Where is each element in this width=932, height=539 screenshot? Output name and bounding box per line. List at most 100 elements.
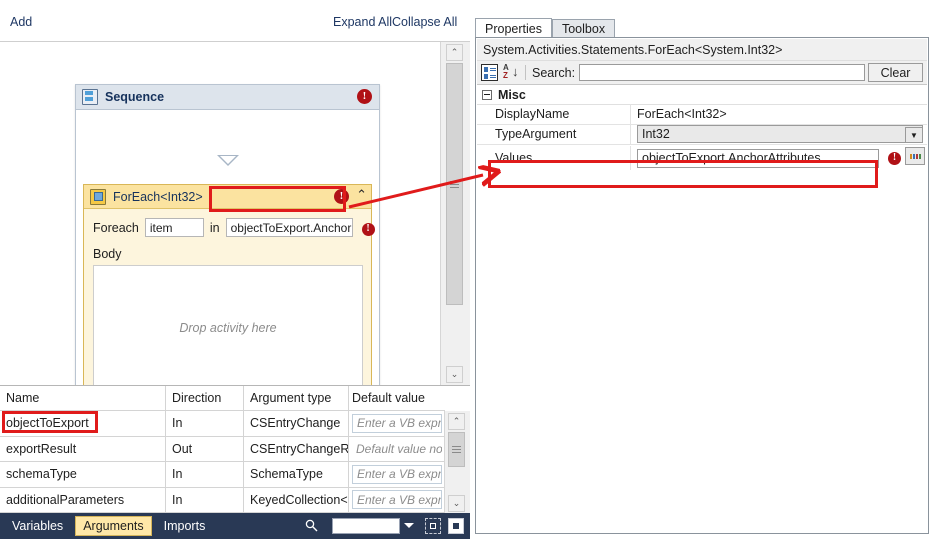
status-tab-variables[interactable]: Variables: [4, 516, 71, 536]
table-row[interactable]: additionalParameters In KeyedCollection<…: [0, 487, 445, 513]
arguments-pane: Name Direction Argument type Default val…: [0, 385, 470, 514]
designer-header: Add Expand All Collapse All: [0, 0, 470, 40]
canvas-vertical-scrollbar[interactable]: ⌃ ⌄: [440, 42, 470, 385]
property-row-typeargument[interactable]: TypeArgument Int32 ▼: [477, 124, 927, 145]
property-value-values[interactable]: objectToExport.AnchorAttributes !: [631, 146, 927, 170]
foreach-expression-input[interactable]: objectToExport.Anchor: [225, 218, 353, 237]
tab-properties[interactable]: Properties: [475, 18, 552, 38]
argument-direction-cell[interactable]: Out: [166, 436, 244, 461]
foreach-activity[interactable]: ForEach<Int32> ! ⌃ Foreach item in objec…: [83, 184, 375, 385]
values-expression-input[interactable]: objectToExport.AnchorAttributes: [637, 148, 879, 168]
sort-alphabetical-icon[interactable]: A Z ↓: [502, 64, 519, 81]
property-row-values[interactable]: Values objectToExport.AnchorAttributes !: [477, 146, 927, 170]
collapse-all-link[interactable]: Collapse All: [392, 15, 457, 29]
properties-group-label: Misc: [498, 87, 526, 102]
add-link[interactable]: Add: [10, 15, 32, 29]
collapse-group-icon[interactable]: [482, 89, 492, 100]
tab-toolbox[interactable]: Toolbox: [551, 19, 616, 38]
designer-canvas[interactable]: Sequence ! ForEach<Int32> ! ⌃ Foreach it…: [0, 42, 441, 385]
drop-activity-hint: Drop activity here: [179, 320, 277, 335]
properties-type-name: System.Activities.Statements.ForEach<Sys…: [477, 39, 927, 61]
scroll-up-icon[interactable]: ⌃: [446, 44, 463, 61]
caret-down-icon[interactable]: [404, 523, 414, 528]
foreach-body-dropzone[interactable]: Drop activity here: [93, 265, 363, 385]
argument-default-cell[interactable]: Enter a VB express: [349, 462, 445, 487]
categorized-view-icon[interactable]: [481, 64, 498, 81]
canvas-scrollbar-thumb[interactable]: [446, 63, 463, 305]
expand-all-link[interactable]: Expand All: [333, 15, 392, 29]
argument-default-input[interactable]: Enter a VB express: [352, 464, 442, 484]
designer-canvas-wrap: Sequence ! ForEach<Int32> ! ⌃ Foreach it…: [0, 41, 470, 385]
sequence-activity[interactable]: Sequence ! ForEach<Int32> ! ⌃ Foreach it…: [75, 84, 380, 385]
foreach-icon: [90, 188, 106, 205]
argument-name-cell[interactable]: objectToExport: [0, 411, 166, 436]
arguments-grid-header: Name Direction Argument type Default val…: [0, 386, 445, 411]
properties-group-misc[interactable]: Misc: [477, 85, 927, 105]
foreach-expression-error-icon[interactable]: !: [361, 222, 375, 236]
arguments-vertical-scrollbar[interactable]: ⌃ ⌄: [444, 411, 470, 514]
argument-default-cell: Default value not su: [349, 437, 445, 462]
scroll-up-icon[interactable]: ⌃: [448, 413, 465, 430]
status-tab-imports[interactable]: Imports: [156, 516, 214, 536]
workflow-designer-pane: Add Expand All Collapse All Sequence ! F…: [0, 0, 470, 539]
search-label: Search:: [532, 65, 576, 80]
foreach-title: ForEach<Int32>: [113, 189, 203, 204]
arguments-scrollbar-thumb[interactable]: [448, 432, 465, 467]
search-input[interactable]: [579, 64, 865, 81]
search-icon[interactable]: [305, 519, 318, 532]
values-error-wrap: !: [888, 149, 901, 165]
fit-to-screen-icon[interactable]: [425, 518, 441, 534]
argument-default-cell[interactable]: Enter a VB express: [349, 411, 445, 436]
scroll-down-icon[interactable]: ⌄: [448, 495, 465, 512]
argument-type-cell[interactable]: CSEntryChangeReş: [244, 436, 349, 461]
table-row[interactable]: objectToExport In CSEntryChange Enter a …: [0, 411, 445, 437]
argument-type-cell[interactable]: CSEntryChange: [244, 411, 349, 436]
table-row[interactable]: schemaType In SchemaType Enter a VB expr…: [0, 462, 445, 488]
foreach-variable-input[interactable]: item: [144, 218, 204, 237]
status-tab-arguments[interactable]: Arguments: [75, 516, 152, 536]
scrollbar-grip-icon: [450, 181, 459, 188]
argument-type-cell[interactable]: KeyedCollection<S: [244, 487, 349, 512]
property-row-displayname[interactable]: DisplayName ForEach<Int32>: [477, 104, 927, 125]
foreach-in-label: in: [209, 220, 220, 235]
argument-name-cell[interactable]: additionalParameters: [0, 487, 166, 512]
scroll-down-icon[interactable]: ⌄: [446, 366, 463, 383]
table-row[interactable]: exportResult Out CSEntryChangeReş Defaul…: [0, 436, 445, 462]
argument-default-input[interactable]: Enter a VB express: [352, 490, 442, 510]
foreach-header[interactable]: ForEach<Int32> ! ⌃: [84, 185, 371, 209]
sequence-error-icon[interactable]: !: [357, 89, 372, 104]
sequence-header[interactable]: Sequence !: [76, 85, 379, 110]
argument-type-cell[interactable]: SchemaType: [244, 462, 349, 487]
chevron-up-icon[interactable]: ⌃: [356, 188, 367, 201]
values-ellipsis-button[interactable]: [905, 147, 925, 165]
clear-button[interactable]: Clear: [868, 63, 923, 82]
zoom-input[interactable]: [332, 518, 400, 534]
arguments-grid[interactable]: Name Direction Argument type Default val…: [0, 386, 445, 514]
sequence-title: Sequence: [105, 90, 165, 104]
argument-name-cell[interactable]: exportResult: [0, 436, 166, 461]
toolbar-separator: [525, 65, 526, 80]
property-value-displayname[interactable]: ForEach<Int32>: [631, 104, 927, 124]
argument-direction-cell[interactable]: In: [166, 462, 244, 487]
argument-direction-cell[interactable]: In: [166, 411, 244, 436]
argument-default-cell[interactable]: Enter a VB express: [349, 488, 445, 513]
sort-arrow-down-icon: ↓: [512, 64, 519, 79]
sort-letter-z: Z: [503, 71, 508, 80]
foreach-body-label: Body: [93, 247, 122, 261]
foreach-expression-row: Foreach item in objectToExport.Anchor !: [93, 218, 375, 237]
typeargument-combobox[interactable]: Int32: [637, 125, 923, 143]
column-header-default-value[interactable]: Default value: [349, 386, 445, 410]
property-value-typeargument[interactable]: Int32 ▼: [631, 124, 927, 144]
argument-direction-cell[interactable]: In: [166, 487, 244, 512]
column-header-argument-type[interactable]: Argument type: [244, 386, 349, 410]
column-header-name[interactable]: Name: [0, 386, 166, 410]
column-header-direction[interactable]: Direction: [166, 386, 244, 410]
values-error-icon[interactable]: !: [888, 151, 901, 165]
argument-default-input[interactable]: Enter a VB express: [352, 413, 442, 433]
sequence-body[interactable]: ForEach<Int32> ! ⌃ Foreach item in objec…: [76, 110, 379, 385]
foreach-error-icon[interactable]: !: [334, 189, 349, 204]
reset-zoom-icon[interactable]: [448, 518, 464, 534]
argument-name-cell[interactable]: schemaType: [0, 462, 166, 487]
properties-tabstrip: Properties Toolbox: [475, 18, 616, 38]
chevron-down-icon[interactable]: ▼: [905, 127, 923, 143]
